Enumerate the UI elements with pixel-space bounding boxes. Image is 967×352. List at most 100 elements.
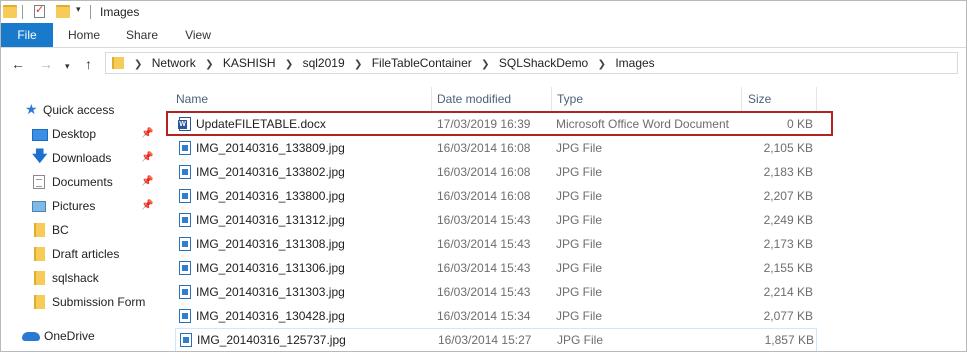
- file-name: IMG_20140316_125737.jpg: [197, 333, 346, 347]
- new-folder-icon[interactable]: [56, 5, 70, 18]
- desktop-icon: [32, 129, 48, 141]
- navigation-pane: ★ Quick access Desktop 📌 🡇 Downloads 📌 D…: [1, 87, 161, 351]
- file-date-modified: 16/03/2014 16:08: [437, 141, 531, 155]
- nav-item-pictures[interactable]: Pictures 📌: [1, 195, 161, 217]
- pin-icon[interactable]: 📌: [141, 171, 153, 193]
- nav-item-documents[interactable]: Documents 📌: [1, 171, 161, 193]
- documents-icon: [33, 175, 45, 189]
- nav-item-sqlshack[interactable]: sqlshack: [1, 267, 141, 289]
- tab-file[interactable]: File: [1, 23, 53, 47]
- file-type: JPG File: [556, 285, 603, 299]
- nav-item-label: Desktop: [52, 127, 97, 141]
- nav-item-label: sqlshack: [52, 271, 99, 285]
- nav-item-label: Submission Form: [52, 295, 146, 309]
- column-divider[interactable]: [431, 87, 432, 111]
- file-row[interactable]: IMG_20140316_133802.jpg 16/03/2014 16:08…: [175, 160, 966, 184]
- download-icon: 🡇: [32, 148, 48, 165]
- file-type: JPG File: [556, 141, 603, 155]
- pin-icon[interactable]: 📌: [141, 123, 153, 145]
- divider: [22, 5, 23, 19]
- customize-toolbar-icon[interactable]: ▾: [76, 4, 81, 15]
- up-arrow-icon[interactable]: ↑: [85, 56, 92, 72]
- file-row[interactable]: IMG_20140316_131303.jpg 16/03/2014 15:43…: [175, 280, 966, 304]
- file-size: 2,077 KB: [763, 309, 813, 323]
- file-name: IMG_20140316_131306.jpg: [196, 261, 345, 275]
- chevron-right-icon[interactable]: ❯: [285, 59, 293, 70]
- file-type: JPG File: [556, 165, 603, 179]
- nav-item-label: Downloads: [52, 151, 112, 165]
- file-size: 2,155 KB: [763, 261, 813, 275]
- nav-item-bc[interactable]: BC: [1, 219, 141, 241]
- chevron-right-icon[interactable]: ❯: [598, 59, 606, 70]
- column-divider[interactable]: [741, 87, 742, 111]
- back-arrow-icon[interactable]: ←: [11, 56, 25, 72]
- nav-item-desktop[interactable]: Desktop 📌: [1, 123, 161, 145]
- folder-icon: [112, 57, 124, 69]
- chevron-right-icon[interactable]: ❯: [354, 59, 362, 70]
- tab-view[interactable]: View: [172, 23, 224, 47]
- properties-icon[interactable]: [34, 3, 45, 18]
- tab-home[interactable]: Home: [56, 23, 112, 47]
- nav-item-label: Draft articles: [52, 247, 120, 261]
- file-row[interactable]: IMG_20140316_133800.jpg 16/03/2014 16:08…: [175, 184, 966, 208]
- forward-arrow-icon[interactable]: →: [39, 56, 53, 72]
- jpg-file-icon: [179, 237, 191, 251]
- pin-icon[interactable]: 📌: [141, 195, 153, 217]
- nav-item-label: Pictures: [52, 199, 96, 213]
- nav-item-submission-form[interactable]: Submission Form: [1, 291, 151, 313]
- chevron-right-icon[interactable]: ❯: [134, 59, 142, 70]
- breadcrumb-images[interactable]: Images: [615, 56, 654, 70]
- column-divider[interactable]: [551, 87, 552, 111]
- file-name: IMG_20140316_131308.jpg: [196, 237, 345, 251]
- recent-locations-icon[interactable]: ▾: [65, 58, 70, 74]
- file-row[interactable]: IMG_20140316_131308.jpg 16/03/2014 15:43…: [175, 232, 966, 256]
- folder-icon: [34, 295, 45, 309]
- column-header-name[interactable]: Name: [176, 89, 208, 109]
- file-row-focused[interactable]: IMG_20140316_125737.jpg 16/03/2014 15:27…: [175, 328, 817, 351]
- title-bar: ▾ Images: [1, 1, 966, 23]
- star-icon: ★: [25, 101, 38, 117]
- file-row[interactable]: IMG_20140316_131306.jpg 16/03/2014 15:43…: [175, 256, 966, 280]
- jpg-file-icon: [179, 189, 191, 203]
- file-date-modified: 16/03/2014 15:43: [437, 213, 531, 227]
- file-row[interactable]: IMG_20140316_130428.jpg 16/03/2014 15:34…: [175, 304, 966, 328]
- file-size: 1,857 KB: [764, 333, 814, 347]
- column-header-date-modified[interactable]: Date modified: [437, 89, 511, 109]
- pin-icon[interactable]: 📌: [141, 147, 153, 169]
- column-header-type[interactable]: Type: [557, 89, 583, 109]
- breadcrumb-sql2019[interactable]: sql2019: [303, 56, 345, 70]
- breadcrumb-filetablecontainer[interactable]: FileTableContainer: [372, 56, 472, 70]
- file-row[interactable]: IMG_20140316_133809.jpg 16/03/2014 16:08…: [175, 136, 966, 160]
- folder-icon[interactable]: [3, 5, 17, 18]
- jpg-file-icon: [179, 165, 191, 179]
- jpg-file-icon: [179, 213, 191, 227]
- column-divider[interactable]: [816, 87, 817, 111]
- file-name: IMG_20140316_131303.jpg: [196, 285, 345, 299]
- nav-item-label: Documents: [52, 175, 113, 189]
- file-date-modified: 16/03/2014 15:27: [438, 333, 532, 347]
- nav-item-downloads[interactable]: 🡇 Downloads 📌: [1, 147, 161, 169]
- file-type: JPG File: [556, 237, 603, 251]
- column-header-size[interactable]: Size: [748, 89, 771, 109]
- tab-share[interactable]: Share: [116, 23, 168, 47]
- file-type: JPG File: [556, 213, 603, 227]
- divider: [90, 5, 91, 19]
- folder-icon: [34, 247, 45, 261]
- file-row[interactable]: IMG_20140316_131312.jpg 16/03/2014 15:43…: [175, 208, 966, 232]
- address-bar[interactable]: ❯ Network ❯ KASHISH ❯ sql2019 ❯ FileTabl…: [105, 52, 958, 74]
- nav-item-quick-access[interactable]: ★ Quick access: [1, 99, 141, 121]
- nav-item-onedrive[interactable]: OneDrive: [1, 325, 141, 347]
- chevron-right-icon[interactable]: ❯: [481, 59, 489, 70]
- file-date-modified: 16/03/2014 16:08: [437, 189, 531, 203]
- nav-item-label: BC: [52, 223, 69, 237]
- nav-item-draft-articles[interactable]: Draft articles: [1, 243, 141, 265]
- file-type: JPG File: [557, 333, 604, 347]
- jpg-file-icon: [179, 261, 191, 275]
- file-type: JPG File: [556, 309, 603, 323]
- file-date-modified: 16/03/2014 15:34: [437, 309, 531, 323]
- breadcrumb-kashish[interactable]: KASHISH: [223, 56, 276, 70]
- breadcrumb-sqlshackdemo[interactable]: SQLShackDemo: [499, 56, 588, 70]
- file-name: IMG_20140316_130428.jpg: [196, 309, 345, 323]
- chevron-right-icon[interactable]: ❯: [205, 59, 213, 70]
- breadcrumb-network[interactable]: Network: [152, 56, 196, 70]
